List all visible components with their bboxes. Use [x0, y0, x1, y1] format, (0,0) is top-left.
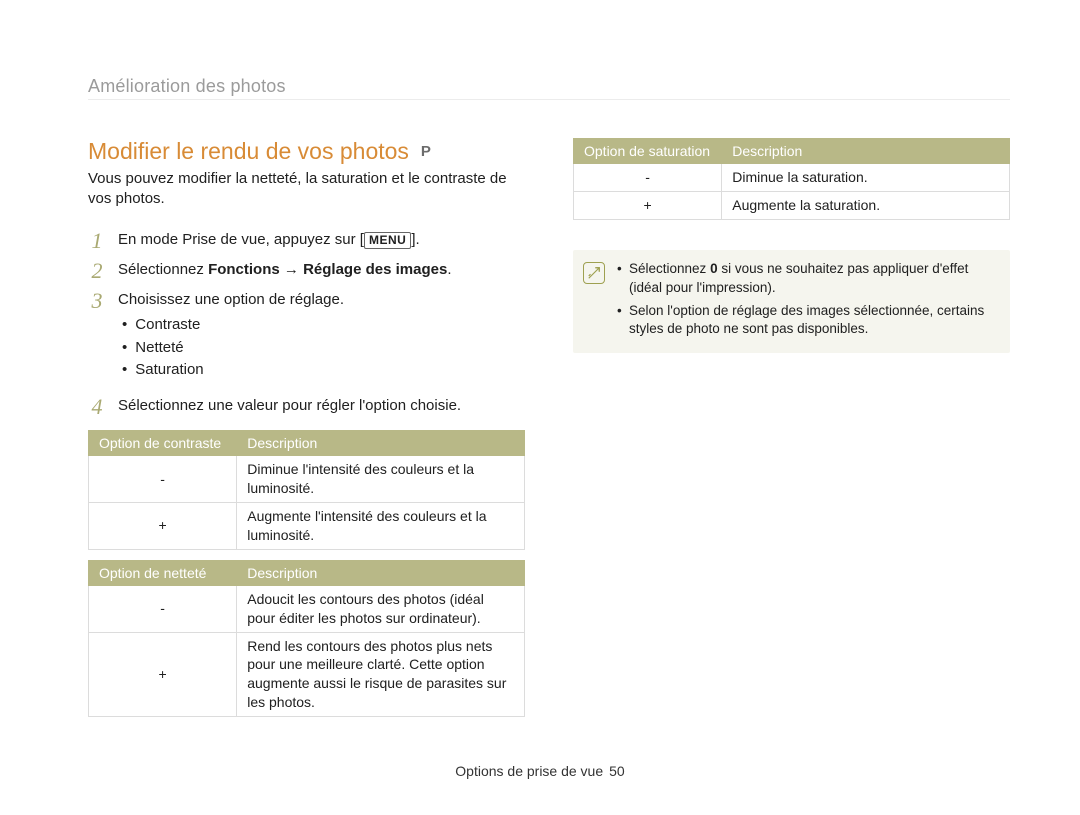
footer-label: Options de prise de vue [455, 763, 603, 779]
note-item: Selon l'option de réglage des images sél… [617, 302, 994, 340]
section-title-text: Modifier le rendu de vos photos [88, 138, 409, 165]
th-option: Option de contraste [89, 431, 237, 456]
option-key: + [89, 632, 237, 717]
mode-badge-p: P [421, 143, 432, 160]
menu-key-icon: MENU [364, 232, 411, 250]
step-2-prefix: Sélectionnez [118, 261, 208, 278]
step-4-text: Sélectionnez une valeur pour régler l'op… [118, 394, 525, 418]
table-header-row: Option de contraste Description [89, 431, 525, 456]
step-4: 4 Sélectionnez une valeur pour régler l'… [88, 394, 525, 420]
note-item-pre: Sélectionnez [629, 261, 710, 276]
step-number: 2 [88, 258, 106, 284]
step-1-prefix: En mode Prise de vue, appuyez sur [ [118, 231, 364, 248]
option-desc: Augmente la saturation. [722, 191, 1010, 219]
page-number: 50 [609, 763, 625, 779]
section-title: Modifier le rendu de vos photos P [88, 138, 525, 165]
step-number: 3 [88, 288, 106, 314]
bullet-item: Saturation [122, 359, 525, 382]
table-header-row: Option de netteté Description [89, 560, 525, 585]
bullet-item: Netteté [122, 337, 525, 360]
table-row: + Rend les contours des photos plus nets… [89, 632, 525, 717]
step-2-bold-b: Réglage des images [303, 261, 447, 278]
option-key: - [89, 585, 237, 632]
step-2-text: Sélectionnez Fonctions → Réglage des ima… [118, 258, 525, 282]
table-row: - Diminue l'intensité des couleurs et la… [89, 456, 525, 503]
right-column: Option de saturation Description - Dimin… [573, 138, 1010, 725]
option-desc: Diminue l'intensité des couleurs et la l… [237, 456, 525, 503]
option-key: - [574, 164, 722, 192]
option-key: + [574, 191, 722, 219]
step-2-suffix: . [447, 261, 451, 278]
step-3-text: Choisissez une option de réglage. Contra… [118, 288, 525, 390]
step-3: 3 Choisissez une option de réglage. Cont… [88, 288, 525, 390]
step-3-line: Choisissez une option de réglage. [118, 291, 344, 308]
saturation-table: Option de saturation Description - Dimin… [573, 138, 1010, 220]
option-key: - [89, 456, 237, 503]
note-list: Sélectionnez 0 si vous ne souhaitez pas … [617, 260, 994, 344]
th-description: Description [722, 139, 1010, 164]
arrow-icon: → [284, 261, 299, 278]
option-desc: Adoucit les contours des photos (idéal p… [237, 585, 525, 632]
note-box: Sélectionnez 0 si vous ne souhaitez pas … [573, 250, 1010, 354]
step-number: 4 [88, 394, 106, 420]
option-desc: Rend les contours des photos plus nets p… [237, 632, 525, 717]
table-row: + Augmente l'intensité des couleurs et l… [89, 502, 525, 549]
note-item: Sélectionnez 0 si vous ne souhaitez pas … [617, 260, 994, 298]
table-row: - Adoucit les contours des photos (idéal… [89, 585, 525, 632]
page-footer: Options de prise de vue 50 [0, 763, 1080, 779]
table-row: - Diminue la saturation. [574, 164, 1010, 192]
step-1: 1 En mode Prise de vue, appuyez sur [MEN… [88, 228, 525, 254]
note-icon [583, 262, 605, 284]
th-option: Option de saturation [574, 139, 722, 164]
note-item-bold: 0 [710, 261, 718, 276]
manual-page: Amélioration des photos Modifier le rend… [0, 0, 1080, 815]
option-key: + [89, 502, 237, 549]
option-desc: Augmente l'intensité des couleurs et la … [237, 502, 525, 549]
option-desc: Diminue la saturation. [722, 164, 1010, 192]
step-number: 1 [88, 228, 106, 254]
left-column: Modifier le rendu de vos photos P Vous p… [88, 138, 525, 725]
bullet-item: Contraste [122, 314, 525, 337]
steps-list: 1 En mode Prise de vue, appuyez sur [MEN… [88, 228, 525, 421]
step-1-text: En mode Prise de vue, appuyez sur [MENU]… [118, 228, 525, 252]
step-3-bullets: Contraste Netteté Saturation [122, 314, 525, 382]
section-intro: Vous pouvez modifier la netteté, la satu… [88, 169, 525, 210]
table-row: + Augmente la saturation. [574, 191, 1010, 219]
th-description: Description [237, 560, 525, 585]
two-column-layout: Modifier le rendu de vos photos P Vous p… [88, 138, 1010, 725]
step-1-suffix: ]. [411, 231, 419, 248]
sharpness-table: Option de netteté Description - Adoucit … [88, 560, 525, 717]
table-header-row: Option de saturation Description [574, 139, 1010, 164]
step-2: 2 Sélectionnez Fonctions → Réglage des i… [88, 258, 525, 284]
note-item-post: Selon l'option de réglage des images sél… [629, 303, 984, 337]
th-description: Description [237, 431, 525, 456]
running-header: Amélioration des photos [88, 76, 1010, 100]
th-option: Option de netteté [89, 560, 237, 585]
contrast-table: Option de contraste Description - Diminu… [88, 430, 525, 550]
step-2-bold-a: Fonctions [208, 261, 280, 278]
